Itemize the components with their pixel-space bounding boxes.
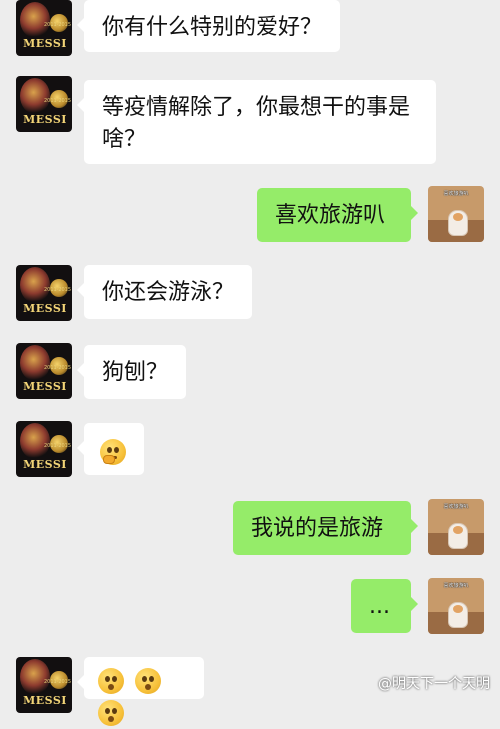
avatar-wordmark: MESSI xyxy=(23,302,67,315)
message-bubble-incoming[interactable]: 你有什么特别的爱好？ xyxy=(76,0,341,52)
contact-avatar[interactable]: 2011·2015 MESSI xyxy=(16,421,72,477)
message-text: 你还会游泳？ xyxy=(102,280,235,305)
message-bubble-incoming[interactable] xyxy=(77,423,144,475)
avatar-player-figure xyxy=(20,2,50,38)
contact-avatar[interactable]: 2011·2015 MESSI xyxy=(16,0,72,56)
kitten-image xyxy=(448,523,468,549)
watermark: @明天下一个天明 xyxy=(378,676,490,692)
avatar-wordmark: MESSI xyxy=(23,113,67,126)
avatar-wordmark: MESSI xyxy=(23,37,67,50)
avatar-years: 2011·2015 xyxy=(44,287,72,293)
astonished-face-icon xyxy=(135,668,161,694)
avatar-player-figure xyxy=(20,345,50,381)
avatar-player-figure xyxy=(20,267,50,303)
my-avatar[interactable]: 喜欢旅游叭 xyxy=(428,499,484,555)
thinking-face-icon xyxy=(100,439,126,465)
avatar-years: 2011·2015 xyxy=(44,22,72,28)
contact-avatar[interactable]: 2011·2015 MESSI xyxy=(16,265,72,321)
kitten-image xyxy=(448,602,468,628)
message-bubble-incoming[interactable]: 你还会游泳？ xyxy=(76,265,253,319)
kitten-image xyxy=(448,210,468,236)
avatar-player-figure xyxy=(20,423,50,459)
message-bubble-outgoing[interactable]: ... xyxy=(351,579,418,633)
message-bubble-incoming[interactable]: 等疫情解除了，你最想干的事是啥？ xyxy=(77,80,436,164)
message-text: 等疫情解除了，你最想干的事是啥？ xyxy=(102,95,411,152)
message-bubble-outgoing[interactable]: 喜欢旅游叭 xyxy=(257,188,418,242)
avatar-years: 2011·2015 xyxy=(44,98,72,104)
message-text: 你有什么特别的爱好？ xyxy=(102,15,323,40)
message-text: 喜欢旅游叭 xyxy=(275,203,386,228)
my-avatar[interactable]: 喜欢旅游叭 xyxy=(428,578,484,634)
my-avatar[interactable]: 喜欢旅游叭 xyxy=(428,186,484,242)
message-bubble-outgoing[interactable]: 我说的是旅游 xyxy=(233,501,418,555)
avatar-player-figure xyxy=(20,659,50,695)
avatar-player-figure xyxy=(20,78,50,114)
avatar-wordmark: MESSI xyxy=(23,694,67,707)
contact-avatar[interactable]: 2011·2015 MESSI xyxy=(16,76,72,132)
message-bubble-incoming[interactable] xyxy=(77,657,204,726)
contact-avatar[interactable]: 2011·2015 MESSI xyxy=(16,657,72,713)
avatar-years: 2011·2015 xyxy=(44,443,72,449)
avatar-caption: 喜欢旅游叭 xyxy=(443,191,469,197)
message-text: ... xyxy=(369,594,390,619)
message-text: 我说的是旅游 xyxy=(251,516,384,541)
avatar-caption: 喜欢旅游叭 xyxy=(443,583,469,589)
message-text: 狗刨？ xyxy=(102,360,169,385)
chat-thread: 2011·2015 MESSI 你有什么特别的爱好？ 2011·2015 MES… xyxy=(0,0,500,726)
avatar-years: 2011·2015 xyxy=(44,365,72,371)
astonished-face-icon xyxy=(98,668,124,694)
avatar-wordmark: MESSI xyxy=(23,380,67,393)
avatar-wordmark: MESSI xyxy=(23,458,67,471)
avatar-caption: 喜欢旅游叭 xyxy=(443,504,469,510)
message-bubble-incoming[interactable]: 狗刨？ xyxy=(76,345,187,399)
avatar-years: 2011·2015 xyxy=(44,679,72,685)
astonished-face-icon xyxy=(98,700,124,726)
contact-avatar[interactable]: 2011·2015 MESSI xyxy=(16,343,72,399)
